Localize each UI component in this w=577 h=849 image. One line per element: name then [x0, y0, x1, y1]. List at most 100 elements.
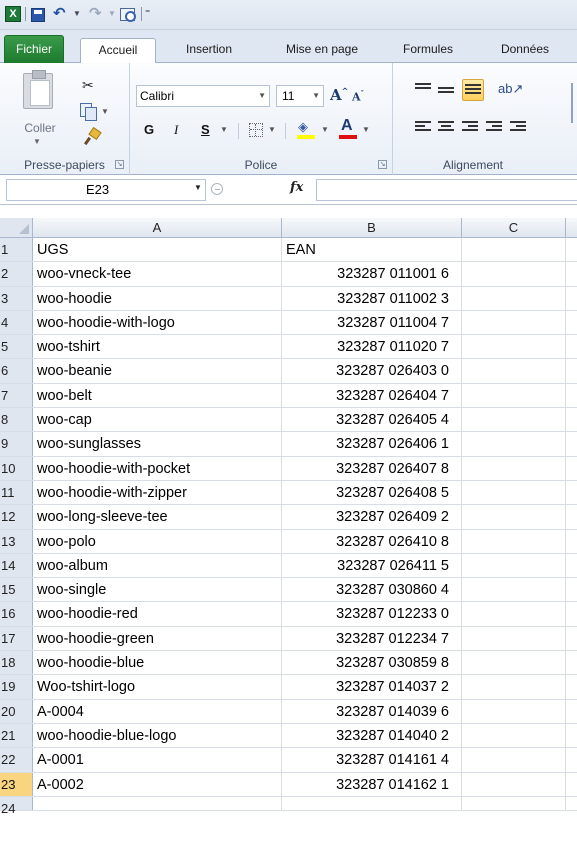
cell-ugs[interactable]: woo-tshirt [33, 335, 282, 359]
row-header[interactable]: 1 [0, 238, 33, 262]
column-header-b[interactable]: B [282, 218, 462, 238]
cell-ean[interactable]: 323287 026409 2 [282, 505, 462, 529]
align-center-icon[interactable] [438, 121, 454, 133]
cell-ugs[interactable]: woo-hoodie-green [33, 626, 282, 651]
cell-ugs[interactable]: woo-single [33, 578, 282, 602]
cell-empty[interactable] [566, 384, 577, 407]
excel-logo-icon[interactable]: X [5, 6, 21, 22]
cell-empty[interactable] [462, 335, 566, 359]
shrink-font-icon[interactable]: Aˇ [352, 89, 364, 104]
grow-font-icon[interactable]: A^ [330, 86, 348, 104]
cell-empty[interactable] [566, 554, 577, 577]
clipboard-launcher-icon[interactable]: ↘ [115, 160, 124, 169]
cell-empty[interactable] [462, 359, 566, 383]
cell-empty[interactable] [566, 748, 577, 771]
cell-ugs[interactable]: A-0004 [33, 699, 282, 723]
cell-ean[interactable] [282, 796, 462, 810]
cell-ugs[interactable]: Woo-tshirt-logo [33, 675, 282, 699]
font-launcher-icon[interactable]: ↘ [378, 160, 387, 169]
cell-ean[interactable]: 323287 014161 4 [282, 748, 462, 772]
row-header[interactable]: 3 [0, 286, 33, 310]
cell-empty[interactable] [462, 699, 566, 723]
align-left-icon[interactable] [415, 121, 431, 133]
cell-empty[interactable] [462, 286, 566, 310]
cell-empty[interactable] [566, 651, 577, 674]
cell-empty[interactable] [566, 335, 577, 358]
cell-ugs[interactable]: woo-belt [33, 383, 282, 408]
cell-ugs[interactable]: woo-hoodie-blue-logo [33, 723, 282, 748]
borders-icon[interactable] [249, 123, 263, 137]
row-header[interactable]: 20 [0, 699, 33, 723]
cut-icon[interactable]: ✂ [82, 77, 98, 93]
cell-ugs[interactable]: UGS [33, 238, 282, 262]
cell-empty[interactable] [566, 457, 577, 480]
name-box-resize-icon[interactable] [211, 183, 223, 195]
fill-color-dropdown-icon[interactable]: ▼ [321, 120, 329, 140]
paste-dropdown-icon[interactable]: ▼ [33, 137, 41, 146]
cell-empty[interactable] [462, 480, 566, 505]
row-header[interactable]: 19 [0, 675, 33, 699]
row-header[interactable]: 7 [0, 383, 33, 408]
cell-ugs[interactable] [33, 796, 282, 810]
cell-ugs[interactable]: A-0001 [33, 748, 282, 772]
underline-button[interactable]: S [201, 120, 210, 140]
save-icon[interactable] [31, 8, 45, 22]
row-header[interactable]: 2 [0, 262, 33, 286]
cell-ugs[interactable]: woo-hoodie-with-zipper [33, 480, 282, 505]
row-header[interactable]: 23 [0, 772, 33, 796]
cell-ean[interactable]: EAN [282, 238, 462, 262]
cell-empty[interactable] [462, 675, 566, 699]
cell-empty[interactable] [566, 238, 577, 261]
cell-empty[interactable] [462, 408, 566, 432]
row-header[interactable]: 6 [0, 359, 33, 383]
increase-indent-icon[interactable] [510, 121, 526, 133]
cell-ugs[interactable]: woo-polo [33, 529, 282, 553]
row-header[interactable]: 12 [0, 505, 33, 529]
cell-empty[interactable] [462, 383, 566, 408]
cell-empty[interactable] [566, 408, 577, 431]
cell-empty[interactable] [566, 481, 577, 504]
print-preview-icon[interactable] [119, 6, 136, 22]
row-header[interactable]: 24 [0, 796, 33, 816]
cell-empty[interactable] [462, 748, 566, 772]
row-header[interactable]: 17 [0, 626, 33, 651]
cell-ugs[interactable]: woo-hoodie-with-logo [33, 310, 282, 335]
cell-empty[interactable] [566, 505, 577, 528]
font-name-select[interactable]: Calibri ▼ [136, 85, 270, 107]
cell-empty[interactable] [462, 310, 566, 335]
tab-home[interactable]: Accueil [80, 38, 156, 64]
font-size-select[interactable]: 11 ▼ [276, 85, 324, 107]
cell-ugs[interactable]: woo-hoodie-blue [33, 651, 282, 675]
cell-ugs[interactable]: woo-hoodie [33, 286, 282, 310]
cell-empty[interactable] [566, 287, 577, 310]
align-top-icon[interactable] [415, 83, 431, 95]
formula-input[interactable] [316, 179, 577, 201]
cell-empty[interactable] [566, 773, 577, 796]
cell-empty[interactable] [566, 530, 577, 553]
cell-ugs[interactable]: woo-hoodie-red [33, 602, 282, 626]
cell-ean[interactable]: 323287 026405 4 [282, 408, 462, 432]
cell-ugs[interactable]: woo-long-sleeve-tee [33, 505, 282, 529]
row-header[interactable]: 22 [0, 748, 33, 772]
cell-ean[interactable]: 323287 026411 5 [282, 553, 462, 578]
paste-icon[interactable] [23, 70, 53, 109]
format-painter-icon[interactable] [84, 129, 102, 145]
row-header[interactable]: 5 [0, 335, 33, 359]
column-header-a[interactable]: A [33, 218, 282, 238]
cell-empty[interactable] [566, 797, 577, 810]
row-header[interactable]: 8 [0, 408, 33, 432]
cell-ugs[interactable]: woo-sunglasses [33, 432, 282, 456]
cell-ean[interactable]: 323287 030859 8 [282, 651, 462, 675]
cell-empty[interactable] [566, 675, 577, 698]
cell-ean[interactable]: 323287 026403 0 [282, 359, 462, 383]
cell-ean[interactable]: 323287 014040 2 [282, 723, 462, 748]
font-color-icon[interactable]: A [341, 117, 353, 135]
font-color-dropdown-icon[interactable]: ▼ [362, 120, 370, 140]
cell-empty[interactable] [462, 238, 566, 262]
bold-button[interactable]: G [144, 120, 154, 140]
cell-empty[interactable] [462, 529, 566, 553]
row-header[interactable]: 4 [0, 310, 33, 335]
cell-empty[interactable] [462, 262, 566, 286]
cell-empty[interactable] [462, 505, 566, 529]
customize-toolbar-icon[interactable]: ⁼ [145, 6, 155, 22]
